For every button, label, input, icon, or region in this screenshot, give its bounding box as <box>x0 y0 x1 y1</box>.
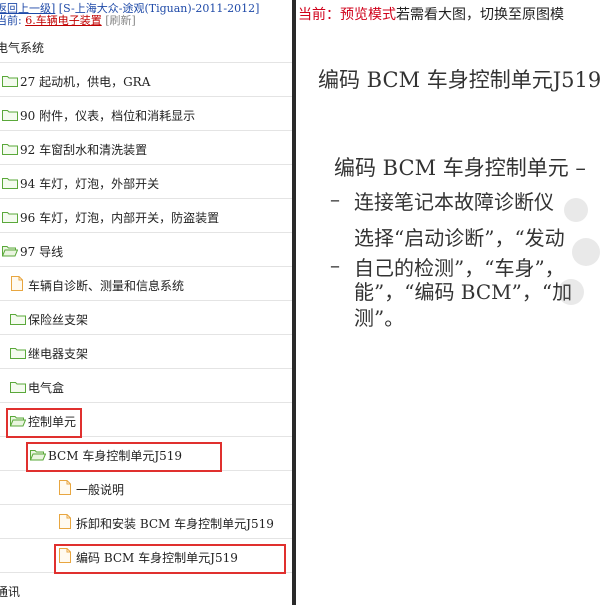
tree-item-7[interactable]: 车辆自诊断、测量和信息系统 <box>0 268 292 301</box>
tree-item-label[interactable]: 拆卸和安装 BCM 车身控制单元J519 <box>76 515 274 532</box>
bullet-1-line-2: 选择“启动诊断”，“发动 <box>354 226 565 250</box>
folder-icon[interactable] <box>2 211 18 223</box>
tree-item-1[interactable]: 27 起动机，供电，GRA <box>0 64 292 97</box>
tree-item-10[interactable]: 电气盒 <box>0 370 292 403</box>
navigation-tree-pane: 返回上一级] [S-上海大众-途观(Tiguan)-2011-2012] 当前:… <box>0 0 292 605</box>
tree-item-0[interactable]: 电气系统 <box>0 30 292 63</box>
tree-item-label[interactable]: 96 车灯，灯泡，内部开关，防盗装置 <box>20 209 219 226</box>
selection-highlight-box <box>26 442 222 472</box>
bullet-mark-1: – <box>330 187 340 211</box>
folder-icon[interactable] <box>10 347 26 359</box>
current-item-link[interactable]: 6.车辆电子装置 <box>25 14 102 27</box>
preview-mode-notice: 当前：预览模式若需看大图，切换至原图模 <box>298 4 564 24</box>
tree-item-4[interactable]: 94 车灯，灯泡，外部开关 <box>0 166 292 199</box>
tree-item-label[interactable]: 电气系统 <box>0 39 44 56</box>
tree-item-label[interactable]: 94 车灯，灯泡，外部开关 <box>20 175 159 192</box>
tree-item-5[interactable]: 96 车灯，灯泡，内部开关，防盗装置 <box>0 200 292 233</box>
document-icon[interactable] <box>59 480 71 495</box>
tree-item-6[interactable]: 97 导线 <box>0 234 292 267</box>
folder-icon[interactable] <box>2 143 18 155</box>
selection-highlight-box <box>6 408 82 438</box>
bullet-mark-2: – <box>330 253 340 277</box>
folder-icon[interactable] <box>10 381 26 393</box>
tree-item-label[interactable]: 90 附件，仪表，档位和消耗显示 <box>20 107 195 124</box>
bullet-2-line-3: 测”。 <box>354 306 405 330</box>
tree-item-label[interactable]: 27 起动机，供电，GRA <box>20 73 150 90</box>
tree-item-8[interactable]: 保险丝支架 <box>0 302 292 335</box>
folder-icon[interactable] <box>2 75 18 87</box>
tree-item-2[interactable]: 90 附件，仪表，档位和消耗显示 <box>0 98 292 131</box>
section-title: 编码 BCM 车身控制单元 – <box>334 156 586 180</box>
document-preview-pane: 当前：预览模式若需看大图，切换至原图模 编码 BCM 车身控制单元J519 编码… <box>296 0 600 605</box>
current-prefix: 当前: <box>0 14 22 27</box>
tree-item-14[interactable]: 拆卸和安装 BCM 车身控制单元J519 <box>0 506 292 539</box>
preview-mode-label: 当前：预览模式 <box>298 7 396 23</box>
refresh-link[interactable]: [刷新] <box>105 14 136 27</box>
preview-mode-hint[interactable]: 若需看大图，切换至原图模 <box>396 7 564 23</box>
tree-item-label[interactable]: 保险丝支架 <box>28 311 88 328</box>
tree-item-label[interactable]: 电气盒 <box>28 379 64 396</box>
tree-item-label[interactable]: 一般说明 <box>76 481 124 498</box>
tree-item-label[interactable]: 97 导线 <box>20 243 63 260</box>
tree-item-9[interactable]: 继电器支架 <box>0 336 292 369</box>
tree-item-3[interactable]: 92 车窗刮水和清洗装置 <box>0 132 292 165</box>
document-icon[interactable] <box>59 514 71 529</box>
document-title: 编码 BCM 车身控制单元J519 <box>318 68 600 92</box>
tree-item-label[interactable]: 通讯 <box>0 583 20 600</box>
folder-icon[interactable] <box>2 109 18 121</box>
bullet-1-line-1: 连接笔记本故障诊断仪 <box>354 190 554 214</box>
tree-item-label[interactable]: 继电器支架 <box>28 345 88 362</box>
selection-highlight-box <box>54 544 286 574</box>
document-icon[interactable] <box>11 276 23 291</box>
folder-icon[interactable] <box>10 313 26 325</box>
folder-open-icon[interactable] <box>2 245 18 257</box>
watermark-graphic <box>558 198 600 305</box>
tree-item-13[interactable]: 一般说明 <box>0 472 292 505</box>
folder-icon[interactable] <box>2 177 18 189</box>
breadcrumb-bar: 返回上一级] [S-上海大众-途观(Tiguan)-2011-2012] 当前:… <box>0 0 292 30</box>
tree-item-label[interactable]: 车辆自诊断、测量和信息系统 <box>28 277 184 294</box>
tree-item-label[interactable]: 92 车窗刮水和清洗装置 <box>20 141 147 158</box>
tree-item-16[interactable]: 通讯 <box>0 574 292 605</box>
current-location-line: 当前: 6.车辆电子装置 [刷新] <box>0 14 136 27</box>
